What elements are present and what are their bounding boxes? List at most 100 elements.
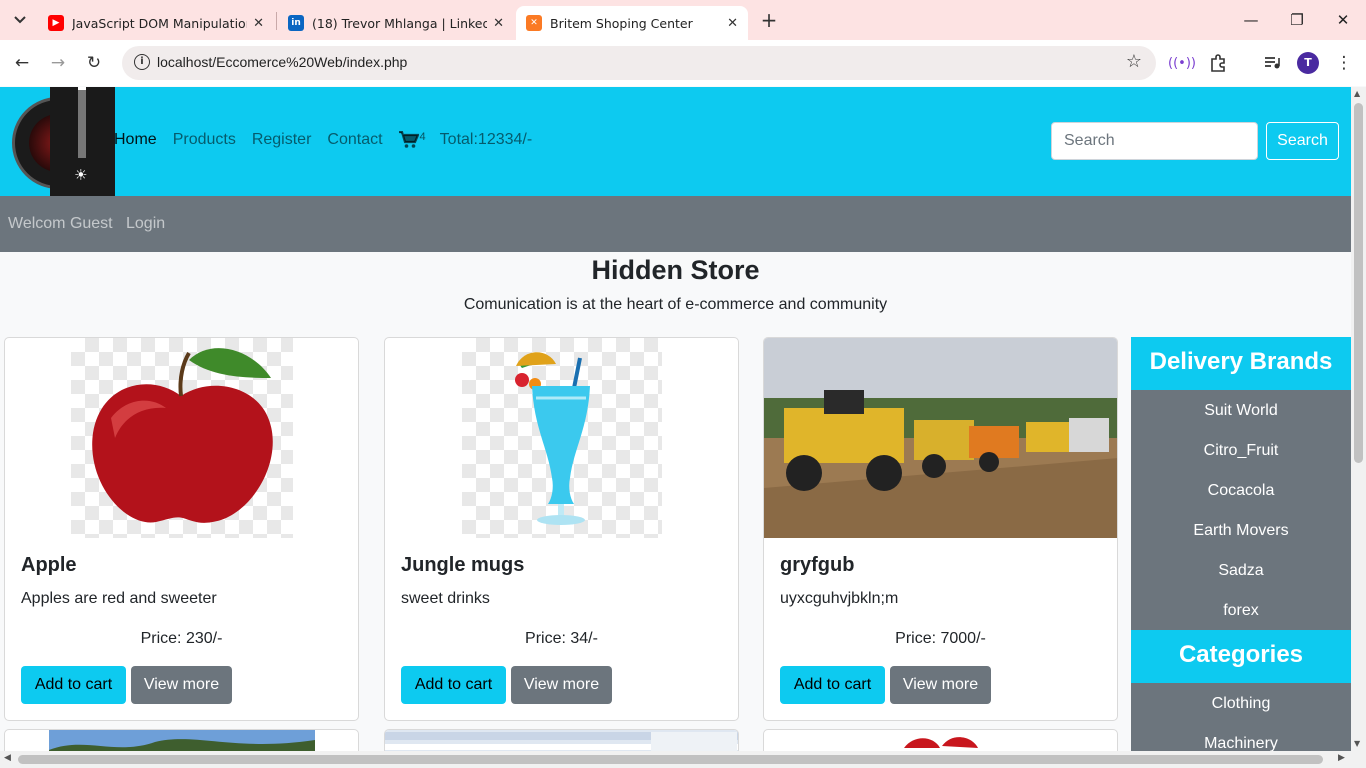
view-more-button[interactable]: View more <box>511 666 612 704</box>
address-bar[interactable]: i localhost/Eccomerce%20Web/index.php ☆ <box>122 46 1156 80</box>
nav-home-link[interactable]: Home <box>114 131 157 149</box>
browser-tab-britem[interactable]: ✕ Britem Shoping Center ✕ <box>516 6 748 40</box>
product-description: uyxcguhvjbkln;m <box>780 590 899 607</box>
xampp-icon: ✕ <box>526 15 542 31</box>
add-to-cart-button[interactable]: Add to cart <box>21 666 126 704</box>
sidebar: Delivery Brands Suit World Citro_Fruit C… <box>1131 337 1351 751</box>
brightness-track[interactable] <box>78 87 86 158</box>
view-more-button[interactable]: View more <box>131 666 232 704</box>
site-navbar: FA Home Products Register Contact 4 Tota… <box>0 87 1351 196</box>
close-tab-icon[interactable]: ✕ <box>253 16 264 31</box>
browser-tab-youtube[interactable]: ▶ JavaScript DOM Manipulation F ✕ <box>38 6 274 40</box>
tab-title: (18) Trevor Mhlanga | LinkedIn <box>312 15 488 31</box>
add-to-cart-button[interactable]: Add to cart <box>401 666 506 704</box>
horizontal-scroll-thumb[interactable] <box>18 755 1323 764</box>
youtube-icon: ▶ <box>48 15 64 31</box>
browser-toolbar: ← → ↻ i localhost/Eccomerce%20Web/index.… <box>0 40 1366 86</box>
browser-tab-linkedin[interactable]: in (18) Trevor Mhlanga | LinkedIn ✕ <box>278 6 514 40</box>
login-link[interactable]: Login <box>126 215 165 233</box>
close-window-icon[interactable]: ✕ <box>1320 0 1366 40</box>
brightness-knob[interactable] <box>78 87 86 90</box>
page-subtitle: Comunication is at the heart of e-commer… <box>463 296 888 313</box>
back-icon[interactable]: ← <box>10 51 34 75</box>
product-card: Jungle mugs sweet drinks Price: 34/- Add… <box>384 337 739 721</box>
horizontal-scrollbar[interactable]: ◀ ▶ <box>0 751 1366 768</box>
page-title: Hidden Store <box>591 255 760 285</box>
view-more-button[interactable]: View more <box>890 666 991 704</box>
product-image-earth-movers <box>764 338 1117 538</box>
product-price: Price: 34/- <box>525 630 598 647</box>
product-name: Apple <box>21 554 77 576</box>
product-image-partial <box>904 737 978 748</box>
minimize-icon[interactable]: — <box>1228 0 1274 40</box>
close-tab-icon[interactable]: ✕ <box>727 16 738 31</box>
cart-link[interactable]: 4 <box>398 131 426 149</box>
new-tab-icon[interactable]: + <box>758 8 780 32</box>
cart-count-badge: 4 <box>419 131 426 143</box>
address-url[interactable]: localhost/Eccomerce%20Web/index.php <box>157 54 407 70</box>
vertical-scroll-thumb[interactable] <box>1354 103 1363 463</box>
profile-avatar[interactable]: T <box>1297 52 1319 74</box>
brand-item[interactable]: Sadza <box>1131 562 1351 580</box>
scroll-left-icon[interactable]: ◀ <box>4 753 11 763</box>
nav-links: Home Products Register Contact 4 Total:1… <box>114 131 532 149</box>
product-card <box>4 729 359 751</box>
scroll-down-icon[interactable]: ▼ <box>1354 739 1360 748</box>
brand-item[interactable]: Cocacola <box>1131 482 1351 500</box>
categories-heading: Categories <box>1131 630 1351 683</box>
tab-title: Britem Shoping Center <box>550 15 693 31</box>
nav-contact-link[interactable]: Contact <box>327 131 382 149</box>
scroll-right-icon[interactable]: ▶ <box>1338 753 1345 763</box>
scroll-up-icon[interactable]: ▲ <box>1354 89 1360 98</box>
cart-icon <box>398 131 419 148</box>
product-card: gryfgub uyxcguhvjbkln;m Price: 7000/- Ad… <box>763 337 1118 721</box>
search-input[interactable] <box>1051 122 1258 160</box>
product-image-partial <box>49 730 315 751</box>
category-item[interactable]: Machinery <box>1131 735 1351 751</box>
menu-kebab-icon[interactable]: ⋮ <box>1332 51 1356 75</box>
brightness-slider-overlay[interactable]: ☀ <box>50 87 115 200</box>
page-viewport: FA Home Products Register Contact 4 Tota… <box>0 87 1351 751</box>
brightness-sun-icon: ☀ <box>74 166 88 184</box>
linkedin-icon: in <box>288 15 304 31</box>
bookmark-star-icon[interactable]: ☆ <box>1126 51 1142 72</box>
close-tab-icon[interactable]: ✕ <box>493 16 504 31</box>
welcome-text: Welcom Guest <box>8 215 113 232</box>
add-to-cart-button[interactable]: Add to cart <box>780 666 885 704</box>
product-card <box>384 729 739 751</box>
search-button[interactable]: Search <box>1266 122 1339 160</box>
cart-total: Total:12334/- <box>439 131 533 148</box>
product-image-jungle-mugs <box>462 338 662 538</box>
nav-register-link[interactable]: Register <box>252 131 312 149</box>
brand-item[interactable]: Suit World <box>1131 402 1351 420</box>
media-queue-icon[interactable] <box>1260 51 1284 75</box>
browser-tab-strip: ▶ JavaScript DOM Manipulation F ✕ in (18… <box>0 0 1366 40</box>
category-item[interactable]: Clothing <box>1131 695 1351 713</box>
brand-item[interactable]: Citro_Fruit <box>1131 442 1351 460</box>
product-description: Apples are red and sweeter <box>21 590 217 607</box>
product-price: Price: 230/- <box>140 630 223 647</box>
welcome-bar: Welcom Guest Login <box>0 196 1351 252</box>
product-image-partial <box>385 730 738 751</box>
forward-icon[interactable]: → <box>46 51 70 75</box>
brands-heading: Delivery Brands <box>1131 337 1351 390</box>
product-price: Price: 7000/- <box>895 630 986 647</box>
site-info-icon[interactable]: i <box>134 54 150 70</box>
restore-icon[interactable]: ❐ <box>1274 0 1320 40</box>
reload-icon[interactable]: ↻ <box>82 51 106 75</box>
extensions-icon[interactable] <box>1206 51 1230 75</box>
brand-item[interactable]: Earth Movers <box>1131 522 1351 540</box>
product-name: gryfgub <box>780 554 855 576</box>
product-image-apple <box>71 338 293 538</box>
product-name: Jungle mugs <box>401 554 525 576</box>
tab-separator <box>276 12 277 30</box>
product-card <box>763 729 1118 751</box>
tab-title: JavaScript DOM Manipulation F <box>72 15 248 31</box>
vertical-scrollbar[interactable]: ▲ ▼ <box>1351 87 1366 751</box>
nav-products-link[interactable]: Products <box>173 131 236 149</box>
brand-item[interactable]: forex <box>1131 602 1351 620</box>
tab-search-icon[interactable] <box>8 8 32 32</box>
cast-audio-icon[interactable]: ((•)) <box>1168 51 1196 75</box>
product-description: sweet drinks <box>401 590 490 607</box>
product-card: Apple Apples are red and sweeter Price: … <box>4 337 359 721</box>
